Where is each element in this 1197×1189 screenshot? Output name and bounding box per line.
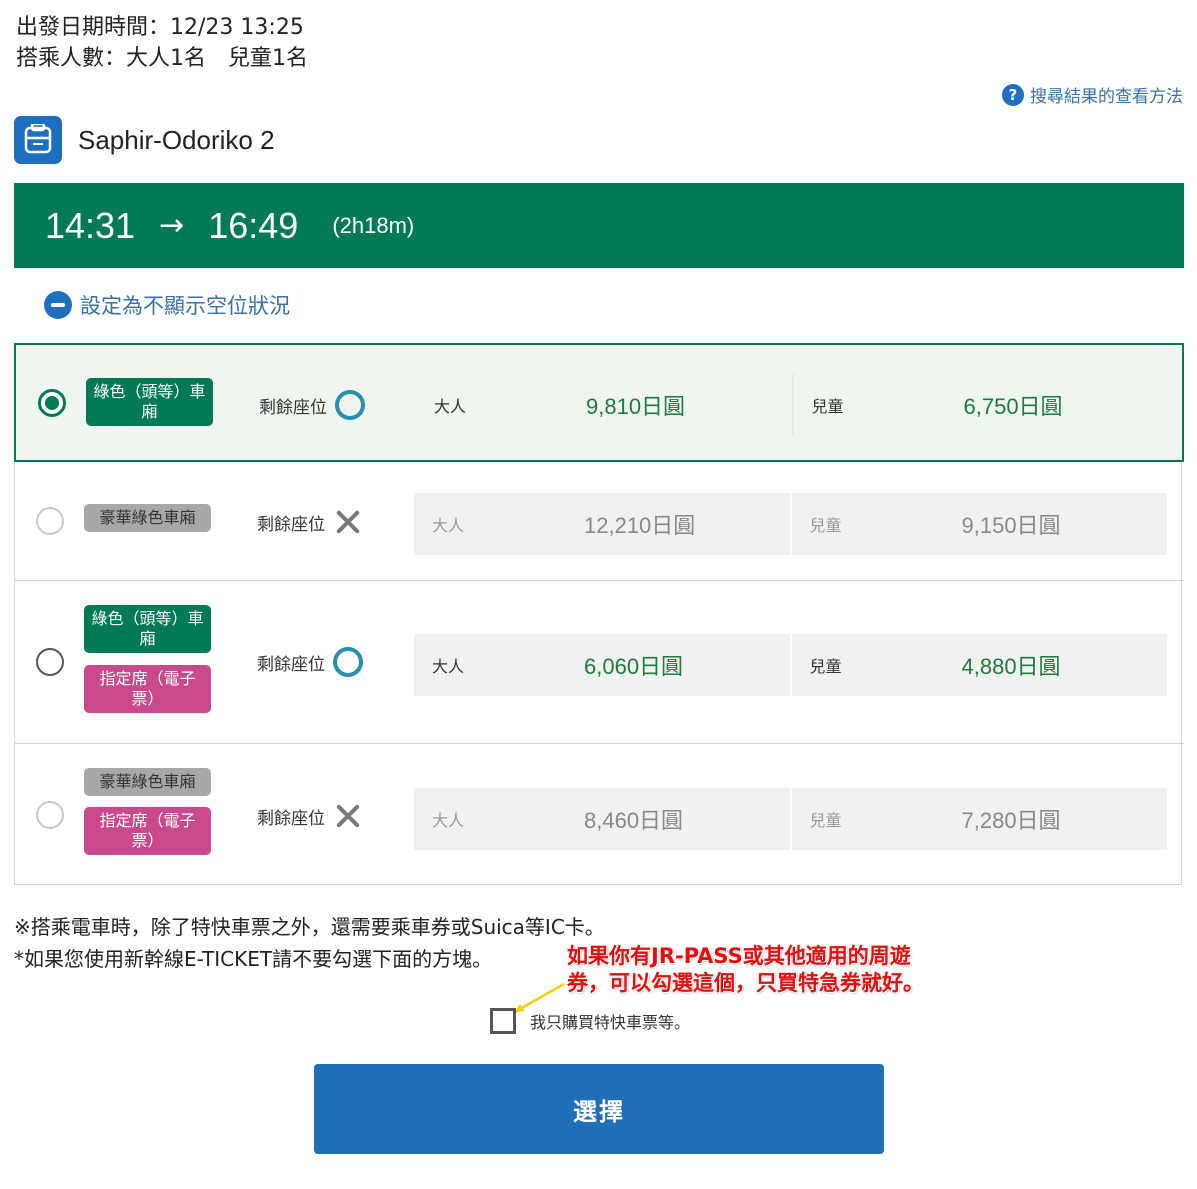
unavailable-cross-icon	[333, 801, 363, 831]
time-bar: 14:31 → 16:49 (2h18m)	[14, 183, 1184, 268]
availability-label: 剩餘座位	[257, 808, 325, 829]
price-box: 大人 8,460日圓 兒童 7,280日圓	[414, 788, 1167, 850]
eticket-note: *如果您使用新幹線E-TICKET請不要勾選下面的方塊。	[14, 947, 493, 971]
seat-type-badge: 指定席（電子票）	[84, 665, 211, 713]
child-label: 兒童	[811, 397, 844, 416]
child-price: 9,150日圓	[961, 513, 1061, 538]
available-circle-icon	[335, 390, 365, 420]
adult-label: 大人	[432, 811, 465, 830]
toggle-label: 設定為不顯示空位狀況	[80, 294, 290, 318]
passenger-info: 搭乘人數：大人1名 兒童1名	[16, 40, 308, 72]
adult-price-cell: 大人 12,210日圓	[414, 493, 792, 555]
child-price-cell: 兒童 7,280日圓	[792, 788, 1168, 850]
seat-option-row[interactable]: 豪華綠色車廂 剩餘座位 大人 12,210日圓 兒童 9,150日圓	[14, 462, 1184, 581]
annotation-line1: 如果你有JR-PASS或其他適用的周遊	[567, 944, 911, 968]
passengers-label: 搭乘人數：	[16, 46, 127, 71]
annotation-callout: 如果你有JR-PASS或其他適用的周遊 券，可以勾選這個，只買特急券就好。	[567, 943, 924, 997]
minus-circle-icon	[44, 291, 72, 319]
departure-label: 出發日期時間：	[16, 15, 171, 40]
adult-price-cell: 大人 8,460日圓	[414, 788, 792, 850]
availability-label: 剩餘座位	[257, 514, 325, 535]
availability: 剩餘座位	[257, 507, 363, 537]
availability: 剩餘座位	[257, 801, 363, 831]
child-label: 兒童	[809, 657, 842, 676]
express-only-checkbox[interactable]	[490, 1008, 516, 1034]
adult-price-cell: 大人 9,810日圓	[416, 374, 794, 436]
hide-availability-toggle[interactable]: 設定為不顯示空位狀況	[44, 290, 290, 320]
unavailable-cross-icon	[333, 507, 363, 537]
price-box: 大人 12,210日圓 兒童 9,150日圓	[414, 493, 1167, 555]
adult-label: 大人	[434, 397, 467, 416]
express-only-checkbox-row[interactable]: 我只購買特快車票等。	[490, 1008, 690, 1034]
child-price-cell: 兒童 4,880日圓	[792, 634, 1168, 696]
availability: 剩餘座位	[257, 647, 363, 677]
train-header: Saphir-Odoriko 2	[14, 116, 275, 164]
adult-price: 6,060日圓	[584, 654, 684, 679]
duration: (2h18m)	[332, 212, 415, 238]
help-link-label: 搜尋結果的查看方法	[1030, 87, 1183, 107]
seat-radio[interactable]	[36, 648, 64, 676]
ticket-note: ※搭乘電車時，除了特快車票之外，還需要乘車券或Suica等IC卡。	[14, 915, 605, 939]
car-type-badge: 綠色（頭等）車廂	[84, 605, 211, 653]
seat-option-row[interactable]: 綠色（頭等）車廂 剩餘座位 大人 9,810日圓 兒童 6,750日圓	[14, 343, 1184, 462]
select-button[interactable]: 選擇	[314, 1064, 884, 1154]
available-circle-icon	[333, 647, 363, 677]
child-label: 兒童	[809, 516, 842, 535]
adult-label: 大人	[432, 657, 465, 676]
checkbox-label: 我只購買特快車票等。	[530, 1013, 691, 1032]
help-link[interactable]: ? 搜尋結果的查看方法	[1002, 82, 1183, 107]
adult-label: 大人	[432, 516, 465, 535]
adult-price-cell: 大人 6,060日圓	[414, 634, 792, 696]
departure-time: 14:31	[45, 204, 136, 246]
seat-radio[interactable]	[38, 389, 66, 417]
seat-type-badge: 指定席（電子票）	[84, 807, 211, 855]
seat-radio[interactable]	[36, 507, 64, 535]
question-icon: ?	[1002, 83, 1024, 106]
seat-radio[interactable]	[36, 801, 64, 829]
child-price: 6,750日圓	[963, 394, 1063, 419]
departure-info: 出發日期時間：12/23 13:25	[16, 9, 304, 41]
train-icon	[14, 116, 62, 164]
availability-label: 剩餘座位	[259, 397, 327, 418]
seat-option-row[interactable]: 綠色（頭等）車廂 指定席（電子票） 剩餘座位 大人 6,060日圓 兒童 4,880…	[14, 581, 1184, 744]
child-price: 7,280日圓	[961, 808, 1061, 833]
price-box: 大人 9,810日圓 兒童 6,750日圓	[416, 374, 1169, 436]
car-type-badge: 綠色（頭等）車廂	[86, 378, 213, 426]
child-price-cell: 兒童 9,150日圓	[792, 493, 1168, 555]
car-type-badge: 豪華綠色車廂	[84, 768, 211, 796]
annotation-line2: 券，可以勾選這個，只買特急券就好。	[567, 971, 924, 995]
seat-option-row[interactable]: 豪華綠色車廂 指定席（電子票） 剩餘座位 大人 8,460日圓 兒童 7,280日圓	[14, 744, 1184, 885]
train-name: Saphir-Odoriko 2	[78, 124, 275, 155]
adult-price: 12,210日圓	[584, 513, 696, 538]
departure-value: 12/23 13:25	[170, 15, 304, 40]
passengers-value: 大人1名 兒童1名	[126, 46, 309, 71]
child-price: 4,880日圓	[961, 654, 1061, 679]
car-type-badge: 豪華綠色車廂	[84, 504, 211, 532]
availability-label: 剩餘座位	[257, 654, 325, 675]
availability: 剩餘座位	[259, 390, 365, 420]
arrow-icon: →	[159, 208, 185, 243]
price-box: 大人 6,060日圓 兒童 4,880日圓	[414, 634, 1167, 696]
adult-price: 8,460日圓	[584, 808, 684, 833]
child-price-cell: 兒童 6,750日圓	[794, 374, 1170, 436]
arrival-time: 16:49	[208, 204, 299, 246]
child-label: 兒童	[809, 811, 842, 830]
adult-price: 9,810日圓	[586, 394, 686, 419]
